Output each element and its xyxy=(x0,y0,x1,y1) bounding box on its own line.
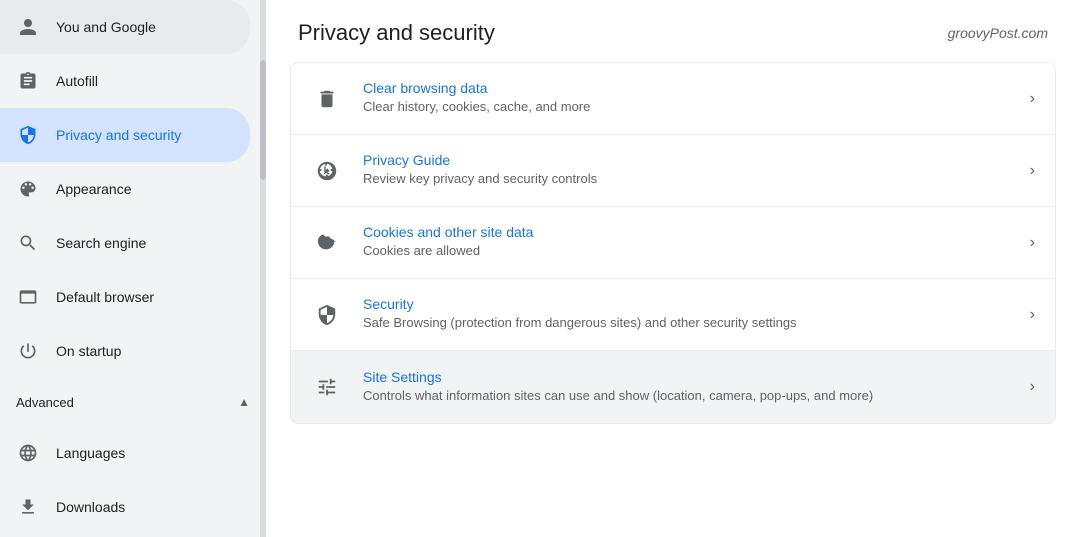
cookies-title: Cookies and other site data xyxy=(363,224,1030,240)
security-subtitle: Safe Browsing (protection from dangerous… xyxy=(363,314,1030,332)
shield-icon xyxy=(16,123,40,147)
security-icon xyxy=(311,299,343,331)
scrollbar-thumb xyxy=(260,60,266,180)
chevron-right-icon-2: › xyxy=(1030,162,1035,180)
sidebar-item-label-languages: Languages xyxy=(56,445,125,461)
advanced-section-header[interactable]: Advanced ▲ xyxy=(0,378,266,426)
cookies-subtitle: Cookies are allowed xyxy=(363,242,1030,260)
download-icon xyxy=(16,495,40,519)
sidebar-item-default-browser[interactable]: Default browser xyxy=(0,270,250,324)
person-icon xyxy=(16,15,40,39)
sidebar-item-label-default-browser: Default browser xyxy=(56,289,154,305)
main-content: Privacy and security groovyPost.com Clea… xyxy=(266,0,1080,537)
chevron-up-icon: ▲ xyxy=(238,395,250,409)
advanced-label: Advanced xyxy=(16,395,238,410)
sidebar-item-label-search: Search engine xyxy=(56,235,146,251)
globe-icon xyxy=(16,441,40,465)
sidebar-item-label-privacy: Privacy and security xyxy=(56,127,181,143)
sidebar-scrollbar[interactable] xyxy=(260,0,266,537)
browser-icon xyxy=(16,285,40,309)
sidebar-item-you-and-google[interactable]: You and Google xyxy=(0,0,250,54)
main-header: Privacy and security groovyPost.com xyxy=(266,0,1080,62)
clear-browsing-subtitle: Clear history, cookies, cache, and more xyxy=(363,98,1030,116)
privacy-guide-subtitle: Review key privacy and security controls xyxy=(363,170,1030,188)
delete-icon xyxy=(311,83,343,115)
chevron-right-icon-5: › xyxy=(1030,378,1035,396)
settings-item-site-settings[interactable]: Site Settings Controls what information … xyxy=(291,351,1055,423)
sidebar-item-privacy-and-security[interactable]: Privacy and security xyxy=(0,108,250,162)
sidebar-item-label-you-and-google: You and Google xyxy=(56,19,156,35)
cookie-icon xyxy=(311,227,343,259)
site-settings-content: Site Settings Controls what information … xyxy=(363,369,1030,405)
chevron-right-icon-4: › xyxy=(1030,306,1035,324)
sidebar-item-on-startup[interactable]: On startup xyxy=(0,324,250,378)
site-settings-title: Site Settings xyxy=(363,369,1030,385)
sidebar-item-label-autofill: Autofill xyxy=(56,73,98,89)
sidebar-item-appearance[interactable]: Appearance xyxy=(0,162,250,216)
chevron-right-icon-1: › xyxy=(1030,90,1035,108)
settings-list: Clear browsing data Clear history, cooki… xyxy=(290,62,1056,424)
compass-icon xyxy=(311,155,343,187)
sidebar-item-search-engine[interactable]: Search engine xyxy=(0,216,250,270)
power-icon xyxy=(16,339,40,363)
sidebar-item-autofill[interactable]: Autofill xyxy=(0,54,250,108)
privacy-guide-content: Privacy Guide Review key privacy and sec… xyxy=(363,152,1030,188)
sidebar-item-downloads[interactable]: Downloads xyxy=(0,480,250,534)
page-title: Privacy and security xyxy=(298,20,495,46)
settings-item-security[interactable]: Security Safe Browsing (protection from … xyxy=(291,279,1055,351)
chevron-right-icon-3: › xyxy=(1030,234,1035,252)
sidebar-item-label-downloads: Downloads xyxy=(56,499,125,515)
palette-icon xyxy=(16,177,40,201)
site-settings-subtitle: Controls what information sites can use … xyxy=(363,387,1030,405)
assignment-icon xyxy=(16,69,40,93)
watermark-text: groovyPost.com xyxy=(948,25,1048,41)
sliders-icon xyxy=(311,371,343,403)
security-content: Security Safe Browsing (protection from … xyxy=(363,296,1030,332)
sidebar-item-languages[interactable]: Languages xyxy=(0,426,250,480)
search-icon xyxy=(16,231,40,255)
clear-browsing-title: Clear browsing data xyxy=(363,80,1030,96)
security-title: Security xyxy=(363,296,1030,312)
privacy-guide-title: Privacy Guide xyxy=(363,152,1030,168)
clear-browsing-content: Clear browsing data Clear history, cooki… xyxy=(363,80,1030,116)
sidebar-item-label-startup: On startup xyxy=(56,343,121,359)
settings-item-cookies[interactable]: Cookies and other site data Cookies are … xyxy=(291,207,1055,279)
settings-item-privacy-guide[interactable]: Privacy Guide Review key privacy and sec… xyxy=(291,135,1055,207)
settings-item-clear-browsing-data[interactable]: Clear browsing data Clear history, cooki… xyxy=(291,63,1055,135)
sidebar: You and Google Autofill Privacy and secu… xyxy=(0,0,266,537)
sidebar-item-label-appearance: Appearance xyxy=(56,181,132,197)
cookies-content: Cookies and other site data Cookies are … xyxy=(363,224,1030,260)
